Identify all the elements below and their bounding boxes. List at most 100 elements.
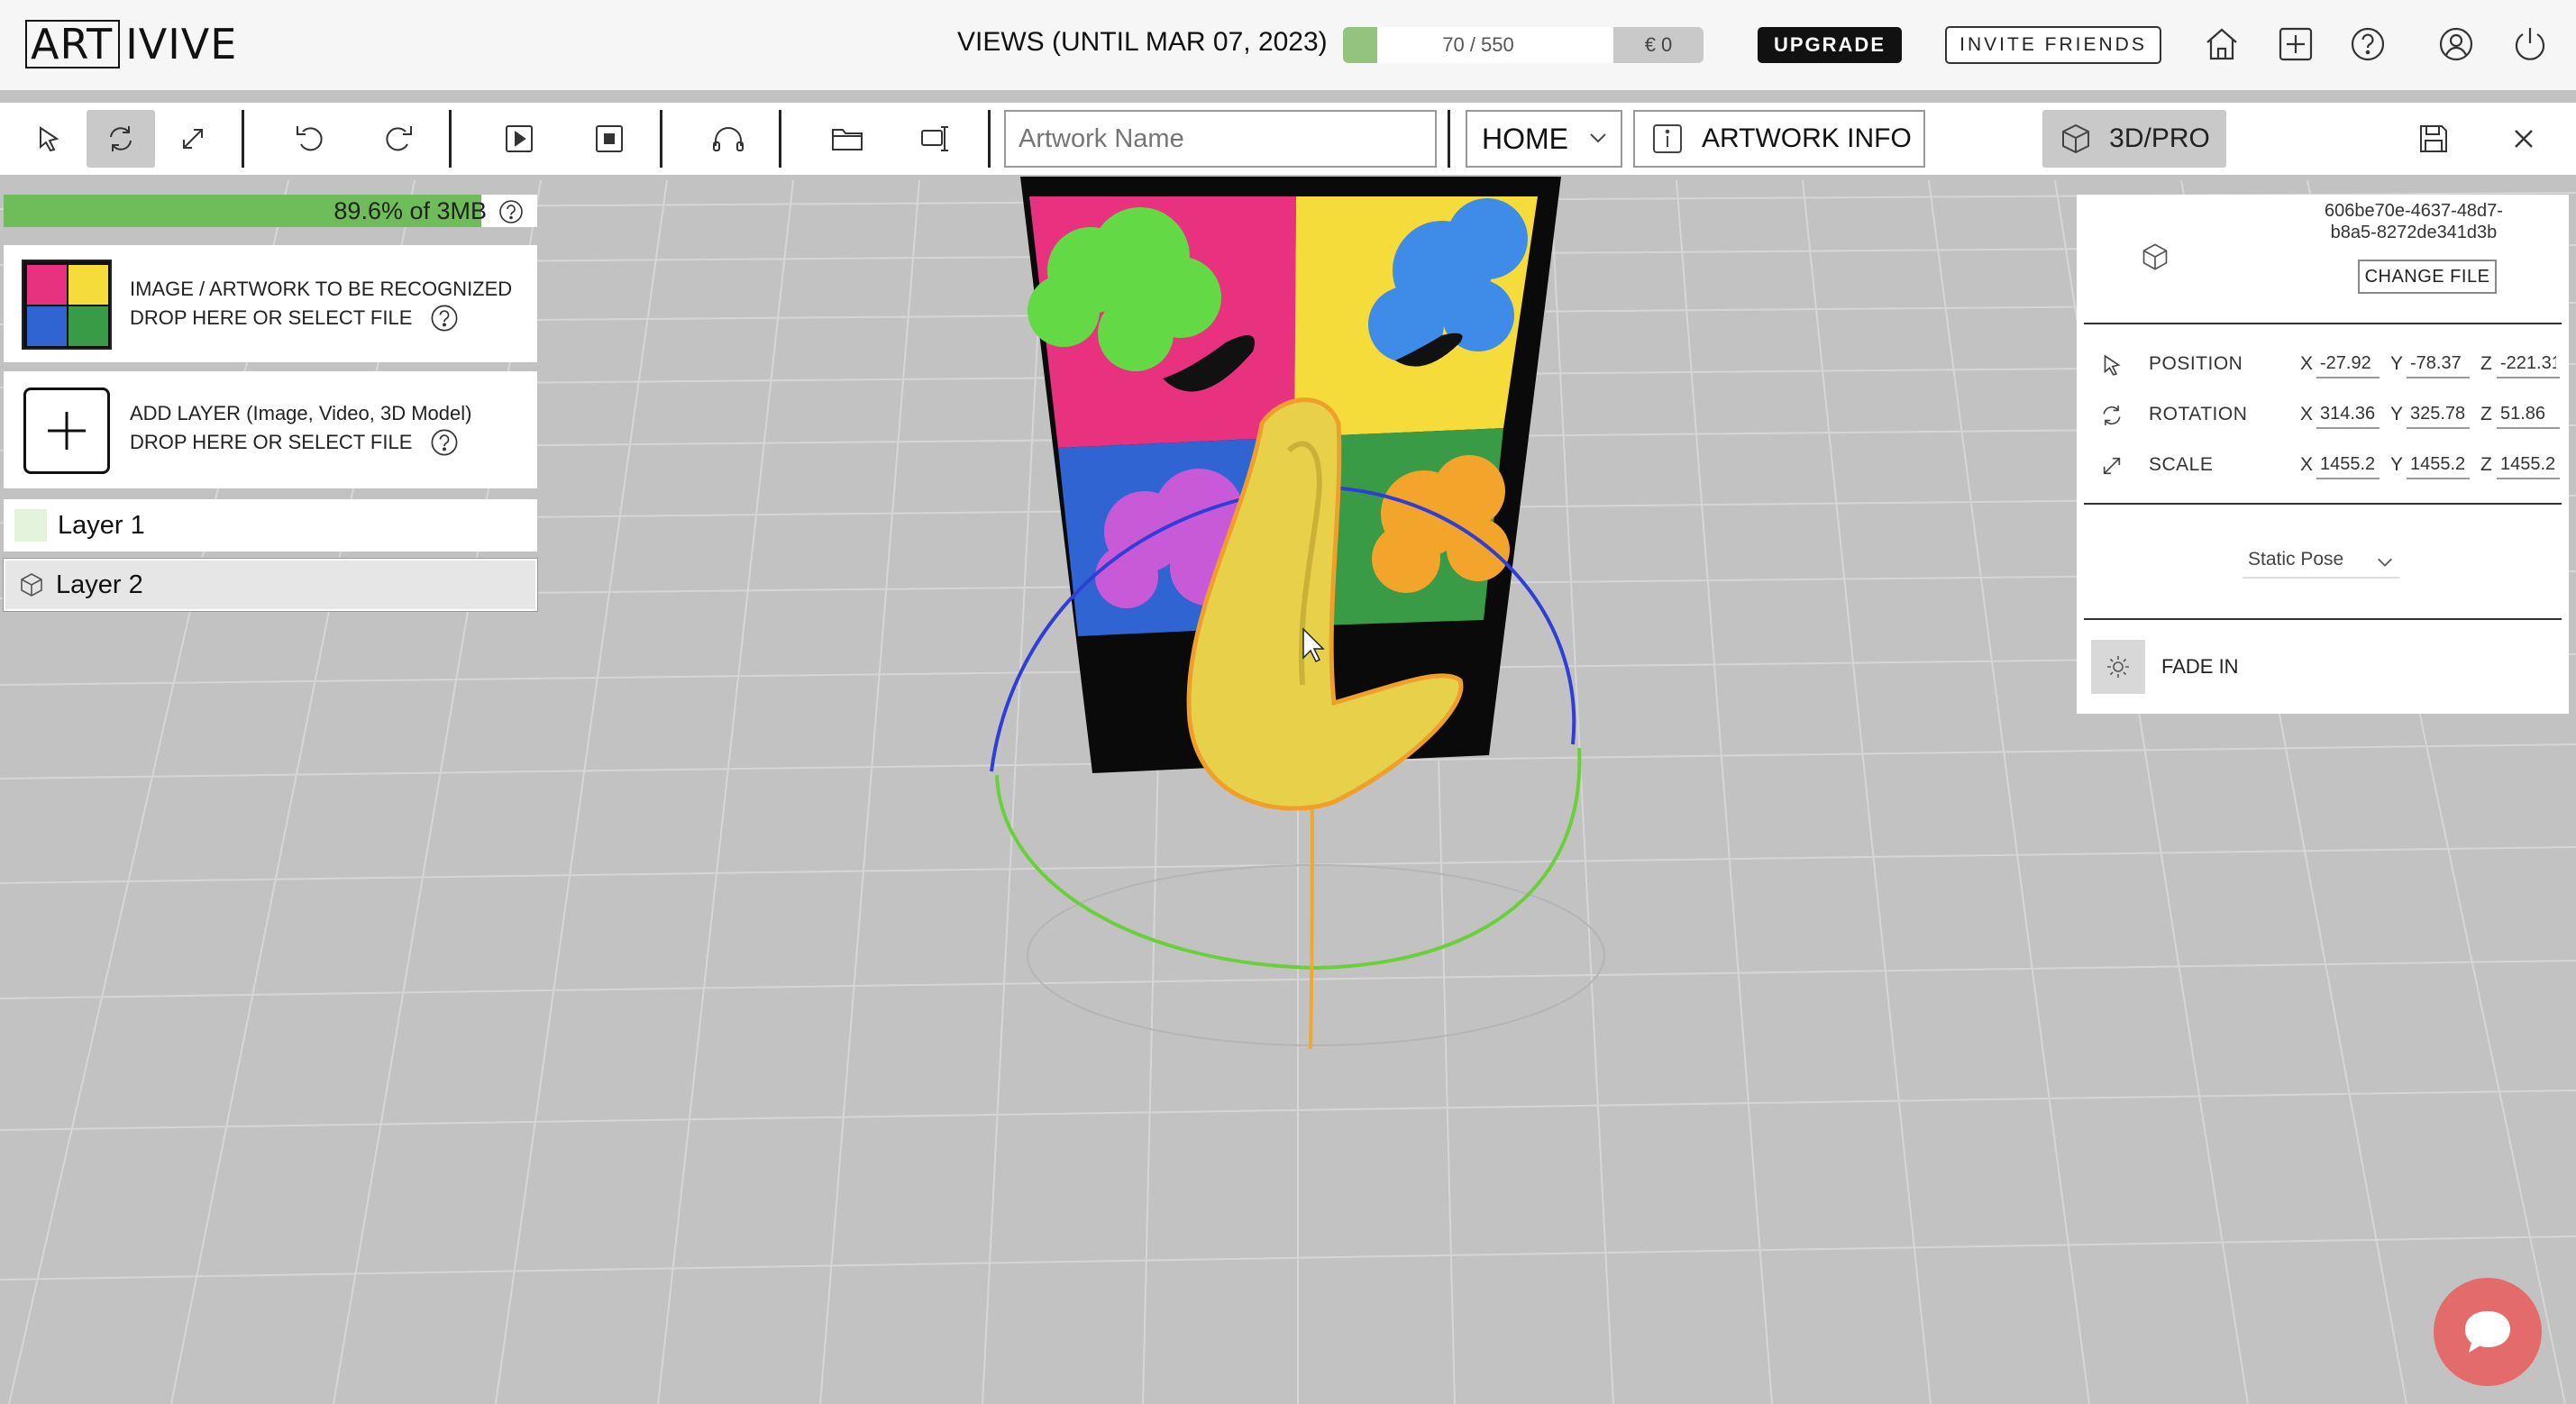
device-preview-button[interactable] [903,110,972,168]
position-x-input[interactable] [2316,350,2380,378]
close-button[interactable] [2489,110,2558,168]
storage-usage-text: 89.6% of 3MB [333,197,487,224]
z-axis-label: Z [2480,454,2492,475]
undo-button[interactable] [276,110,344,168]
scale-z-input[interactable] [2497,451,2560,479]
3d-pro-button[interactable]: 3D/PRO [2042,110,2226,168]
cube-icon [18,571,45,598]
rotation-x-input[interactable] [2316,400,2380,429]
position-y-input[interactable] [2407,350,2470,378]
stop-icon [596,125,623,152]
views-label: VIEWS (UNTIL MAR 07, 2023) [957,27,1328,57]
close-icon [2515,130,2533,148]
layer-name: Layer 1 [58,510,145,540]
chat-support-button[interactable] [2434,1278,2542,1386]
rotate-tool-button[interactable] [87,110,155,168]
plus-icon [23,387,110,474]
open-folder-button[interactable] [813,110,882,168]
help-icon[interactable] [429,427,460,458]
undo-icon [297,126,323,151]
credit-balance: € 0 [1613,27,1704,63]
chat-bubble-icon [2465,1311,2510,1353]
invite-friends-button[interactable]: INVITE FRIENDS [1945,26,2161,64]
divider [2084,503,2562,505]
help-icon[interactable] [429,303,460,333]
expand-icon [183,129,203,149]
artivive-logo[interactable]: ART IVIVE [25,20,237,68]
power-icon[interactable] [2509,23,2551,65]
toolbar-divider [1448,110,1450,168]
divider [2084,618,2562,620]
account-icon[interactable] [2435,23,2477,65]
fade-in-toggle[interactable]: FADE IN [2091,640,2239,694]
target-image-hint: DROP HERE OR SELECT FILE [130,306,413,329]
artwork-info-label: ARTWORK INFO [1702,123,1912,153]
save-icon [2420,125,2447,152]
select-tool-button[interactable] [14,110,83,168]
x-axis-label: X [2300,353,2314,374]
play-icon [506,125,533,152]
stop-button[interactable] [575,110,644,168]
position-label: POSITION [2149,353,2243,374]
model-file-id: 606be70e-4637-48d7-b8a5-8272de341d3b [2325,201,2503,242]
toolbar-divider [779,110,781,168]
target-image-thumbnail [22,260,112,350]
add-layer-dropzone[interactable]: ADD LAYER (Image, Video, 3D Model) DROP … [4,371,537,488]
rotation-z-input[interactable] [2497,400,2560,429]
layer-item[interactable]: Layer 1 [4,499,537,552]
fade-in-label: FADE IN [2161,655,2239,678]
logo-text: IVIVE [125,20,238,68]
z-axis-label: Z [2480,353,2492,374]
position-z-input[interactable] [2497,350,2560,378]
help-icon[interactable] [2347,23,2389,65]
folder-icon [832,129,863,150]
rotation-y-input[interactable] [2407,400,2470,429]
cursor-icon [40,126,59,152]
3d-pro-label: 3D/PRO [2109,123,2210,153]
audio-button[interactable] [694,110,763,168]
target-image-title: IMAGE / ARTWORK TO BE RECOGNIZED [130,278,513,300]
layer-item-selected[interactable]: Layer 2 [4,559,537,611]
home-icon[interactable] [2201,23,2243,65]
add-icon[interactable] [2275,23,2316,65]
help-icon[interactable] [498,198,525,225]
toolbar-divider [660,110,662,168]
editor-toolbar: HOME ARTWORK INFO 3D/PRO [0,103,2576,175]
scale-y-input[interactable] [2407,451,2470,479]
views-count: 70 / 550 [1442,33,1514,56]
y-axis-label: Y [2390,404,2404,424]
scale-row: SCALE X Y Z [2077,447,2569,483]
rotation-label: ROTATION [2149,404,2248,424]
image-layer-icon [14,509,47,542]
layer-properties-panel: 606be70e-4637-48d7-b8a5-8272de341d3b CHA… [2077,195,2569,714]
divider [2084,323,2562,324]
position-row: POSITION X Y Z [2077,346,2569,382]
upgrade-button[interactable]: UPGRADE [1758,27,1902,63]
location-select[interactable]: HOME [1466,110,1622,168]
scale-tool-button[interactable] [159,110,227,168]
scale-x-input[interactable] [2316,451,2380,479]
toolbar-divider [242,110,244,168]
cursor-icon [2098,351,2125,378]
info-icon [1651,123,1684,155]
layer-name: Layer 2 [56,570,143,599]
redo-button[interactable] [364,110,433,168]
x-axis-label: X [2300,454,2314,475]
z-axis-label: Z [2480,404,2492,424]
artwork-info-button[interactable]: ARTWORK INFO [1633,110,1925,168]
play-button[interactable] [485,110,553,168]
target-image-dropzone[interactable]: IMAGE / ARTWORK TO BE RECOGNIZED DROP HE… [4,245,537,362]
redo-icon [386,126,412,151]
y-axis-label: Y [2390,353,2404,374]
storage-usage-bar: 89.6% of 3MB [4,195,537,227]
artwork-name-input[interactable] [1004,110,1437,168]
toolbar-divider [449,110,452,168]
animation-pose-select[interactable]: Static Pose [2243,544,2399,579]
change-file-button[interactable]: CHANGE FILE [2358,260,2497,294]
pose-value: Static Pose [2248,549,2344,570]
save-button[interactable] [2399,110,2468,168]
headphones-icon [713,127,744,151]
device-preview-icon [921,126,948,151]
cube-icon [2140,242,2170,272]
rotate-icon [110,126,132,151]
